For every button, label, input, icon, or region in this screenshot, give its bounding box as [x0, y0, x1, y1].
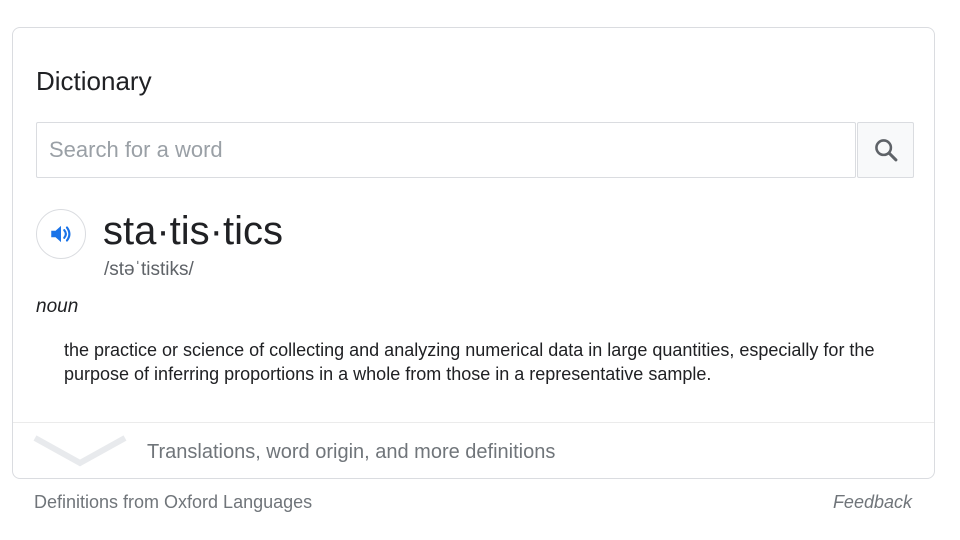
definitions-source: Definitions from Oxford Languages — [34, 492, 313, 512]
dictionary-card: Dictionary sta·tis·tics /stəˈtistiks/ no… — [12, 27, 935, 479]
pronunciation: /stəˈtistiks/ — [104, 259, 194, 280]
pronunciation-audio-button[interactable] — [36, 209, 86, 259]
feedback-link[interactable]: Feedback — [833, 491, 912, 513]
part-of-speech: noun — [36, 296, 79, 317]
headword: sta·tis·tics — [103, 209, 283, 253]
chevron-down-icon — [33, 435, 127, 467]
expand-more-definitions[interactable]: Translations, word origin, and more defi… — [13, 423, 934, 478]
card-title: Dictionary — [36, 66, 152, 96]
search-button[interactable] — [857, 122, 914, 178]
definition-text: the practice or science of collecting an… — [64, 340, 875, 384]
search-icon — [874, 139, 897, 162]
search-input[interactable] — [36, 122, 856, 178]
speaker-icon — [51, 225, 71, 243]
expand-label: Translations, word origin, and more defi… — [147, 441, 556, 463]
